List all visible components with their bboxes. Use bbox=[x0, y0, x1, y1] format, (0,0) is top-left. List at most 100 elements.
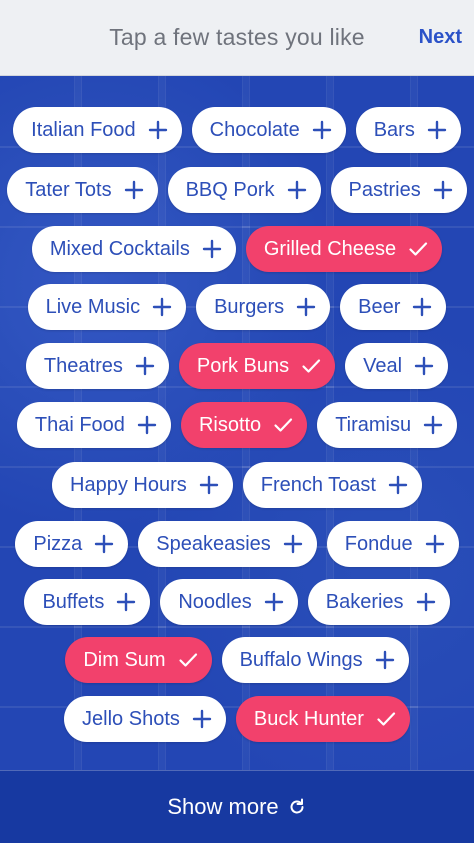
taste-chip-label: Tater Tots bbox=[25, 178, 112, 201]
taste-chip-label: Tiramisu bbox=[335, 413, 412, 436]
plus-icon bbox=[116, 592, 136, 612]
taste-chip-label: Pork Buns bbox=[196, 354, 290, 377]
taste-chip[interactable]: Mixed Cocktails bbox=[31, 226, 236, 272]
plus-icon bbox=[433, 180, 453, 200]
taste-chip-label: Mixed Cocktails bbox=[49, 237, 190, 260]
taste-chip-label: Pizza bbox=[33, 532, 83, 555]
plus-icon bbox=[312, 120, 332, 140]
taste-chip[interactable]: Thai Food bbox=[16, 402, 171, 448]
taste-chip-label: Buck Hunter bbox=[253, 707, 364, 730]
taste-chip-label: Buffalo Wings bbox=[239, 648, 363, 671]
taste-row: Buffets Noodles Bakeries bbox=[0, 579, 474, 625]
plus-icon bbox=[388, 475, 408, 495]
taste-chip[interactable]: Pork Buns bbox=[178, 343, 336, 389]
refresh-icon bbox=[287, 797, 307, 817]
plus-icon bbox=[296, 297, 316, 317]
plus-icon bbox=[202, 239, 222, 259]
taste-chip[interactable]: Happy Hours bbox=[52, 462, 233, 508]
taste-chip-label: Bakeries bbox=[325, 590, 404, 613]
taste-row: Italian Food Chocolate Bars bbox=[0, 107, 474, 153]
show-more-label: Show more bbox=[167, 794, 279, 819]
plus-icon bbox=[264, 592, 284, 612]
taste-chip-label: Veal bbox=[363, 354, 403, 377]
plus-icon bbox=[148, 120, 168, 140]
taste-chip-label: Risotto bbox=[198, 413, 262, 436]
taste-chip[interactable]: Tater Tots bbox=[7, 167, 158, 213]
next-button[interactable]: Next bbox=[419, 26, 462, 49]
taste-chip-label: Italian Food bbox=[31, 118, 136, 141]
taste-chip[interactable]: Bars bbox=[355, 107, 461, 153]
taste-chip[interactable]: Dim Sum bbox=[65, 637, 212, 683]
taste-chip[interactable]: BBQ Pork bbox=[167, 167, 321, 213]
taste-row: Pizza Speakeasies Fondue bbox=[0, 521, 474, 567]
taste-chip[interactable]: Pizza bbox=[15, 521, 129, 567]
taste-chip[interactable]: Veal bbox=[345, 343, 449, 389]
plus-icon bbox=[199, 475, 219, 495]
taste-chip[interactable]: Burgers bbox=[196, 284, 331, 330]
top-bar: Tap a few tastes you like Next bbox=[0, 0, 474, 76]
plus-icon bbox=[287, 180, 307, 200]
plus-icon bbox=[423, 415, 443, 435]
taste-row: Happy Hours French Toast bbox=[0, 462, 474, 508]
taste-chip[interactable]: Risotto bbox=[180, 402, 308, 448]
taste-chip-label: French Toast bbox=[260, 473, 376, 496]
taste-row: Live Music Burgers Beer bbox=[0, 284, 474, 330]
page-title: Tap a few tastes you like bbox=[109, 24, 365, 50]
taste-chip[interactable]: Beer bbox=[340, 284, 447, 330]
taste-row: Jello Shots Buck Hunter bbox=[0, 696, 474, 742]
plus-icon bbox=[152, 297, 172, 317]
plus-icon bbox=[375, 650, 395, 670]
taste-chip-label: BBQ Pork bbox=[185, 178, 275, 201]
taste-chip[interactable]: Fondue bbox=[326, 521, 459, 567]
taste-chip[interactable]: Italian Food bbox=[13, 107, 182, 153]
taste-row: Tater Tots BBQ Pork Pastries bbox=[0, 167, 474, 213]
taste-chip-label: Buffets bbox=[42, 590, 105, 613]
plus-icon bbox=[412, 297, 432, 317]
plus-icon bbox=[427, 120, 447, 140]
taste-chip[interactable]: Speakeasies bbox=[138, 521, 317, 567]
taste-chip[interactable]: Chocolate bbox=[191, 107, 346, 153]
plus-icon bbox=[137, 415, 157, 435]
checkmark-icon bbox=[273, 415, 293, 435]
plus-icon bbox=[283, 534, 303, 554]
plus-icon bbox=[124, 180, 144, 200]
plus-icon bbox=[414, 356, 434, 376]
taste-chip-label: Beer bbox=[358, 295, 401, 318]
taste-chip-label: Noodles bbox=[178, 590, 252, 613]
taste-chip[interactable]: Pastries bbox=[330, 167, 467, 213]
taste-chip[interactable]: Grilled Cheese bbox=[245, 226, 443, 272]
taste-chip-label: Pastries bbox=[348, 178, 421, 201]
taste-chip-label: Fondue bbox=[344, 532, 413, 555]
taste-chip-label: Dim Sum bbox=[83, 648, 166, 671]
show-more-button[interactable]: Show more bbox=[0, 770, 474, 843]
taste-chip[interactable]: Jello Shots bbox=[64, 696, 226, 742]
taste-chip-label: Chocolate bbox=[209, 118, 300, 141]
checkmark-icon bbox=[408, 239, 428, 259]
taste-chip-label: Live Music bbox=[45, 295, 141, 318]
taste-chip[interactable]: Buffets bbox=[24, 579, 151, 625]
taste-chip-label: Speakeasies bbox=[156, 532, 271, 555]
taste-row: Thai Food Risotto Tiramisu bbox=[0, 402, 474, 448]
taste-row: Mixed Cocktails Grilled Cheese bbox=[0, 226, 474, 272]
taste-chip[interactable]: Buffalo Wings bbox=[221, 637, 409, 683]
plus-icon bbox=[135, 356, 155, 376]
checkmark-icon bbox=[301, 356, 321, 376]
checkmark-icon bbox=[178, 650, 198, 670]
taste-chip[interactable]: Tiramisu bbox=[317, 402, 458, 448]
taste-chip[interactable]: French Toast bbox=[242, 462, 422, 508]
plus-icon bbox=[94, 534, 114, 554]
taste-chip[interactable]: Noodles bbox=[160, 579, 298, 625]
taste-chip[interactable]: Live Music bbox=[27, 284, 187, 330]
plus-icon bbox=[416, 592, 436, 612]
plus-icon bbox=[425, 534, 445, 554]
taste-row: Theatres Pork Buns Veal bbox=[0, 343, 474, 389]
taste-chip[interactable]: Bakeries bbox=[307, 579, 450, 625]
taste-chip[interactable]: Theatres bbox=[25, 343, 169, 389]
taste-chip-label: Bars bbox=[373, 118, 415, 141]
taste-chip-label: Jello Shots bbox=[82, 707, 180, 730]
taste-chip-label: Thai Food bbox=[34, 413, 125, 436]
plus-icon bbox=[192, 709, 212, 729]
taste-chip[interactable]: Buck Hunter bbox=[235, 696, 410, 742]
taste-chip-label: Burgers bbox=[214, 295, 285, 318]
taste-chip-label: Grilled Cheese bbox=[263, 237, 397, 260]
